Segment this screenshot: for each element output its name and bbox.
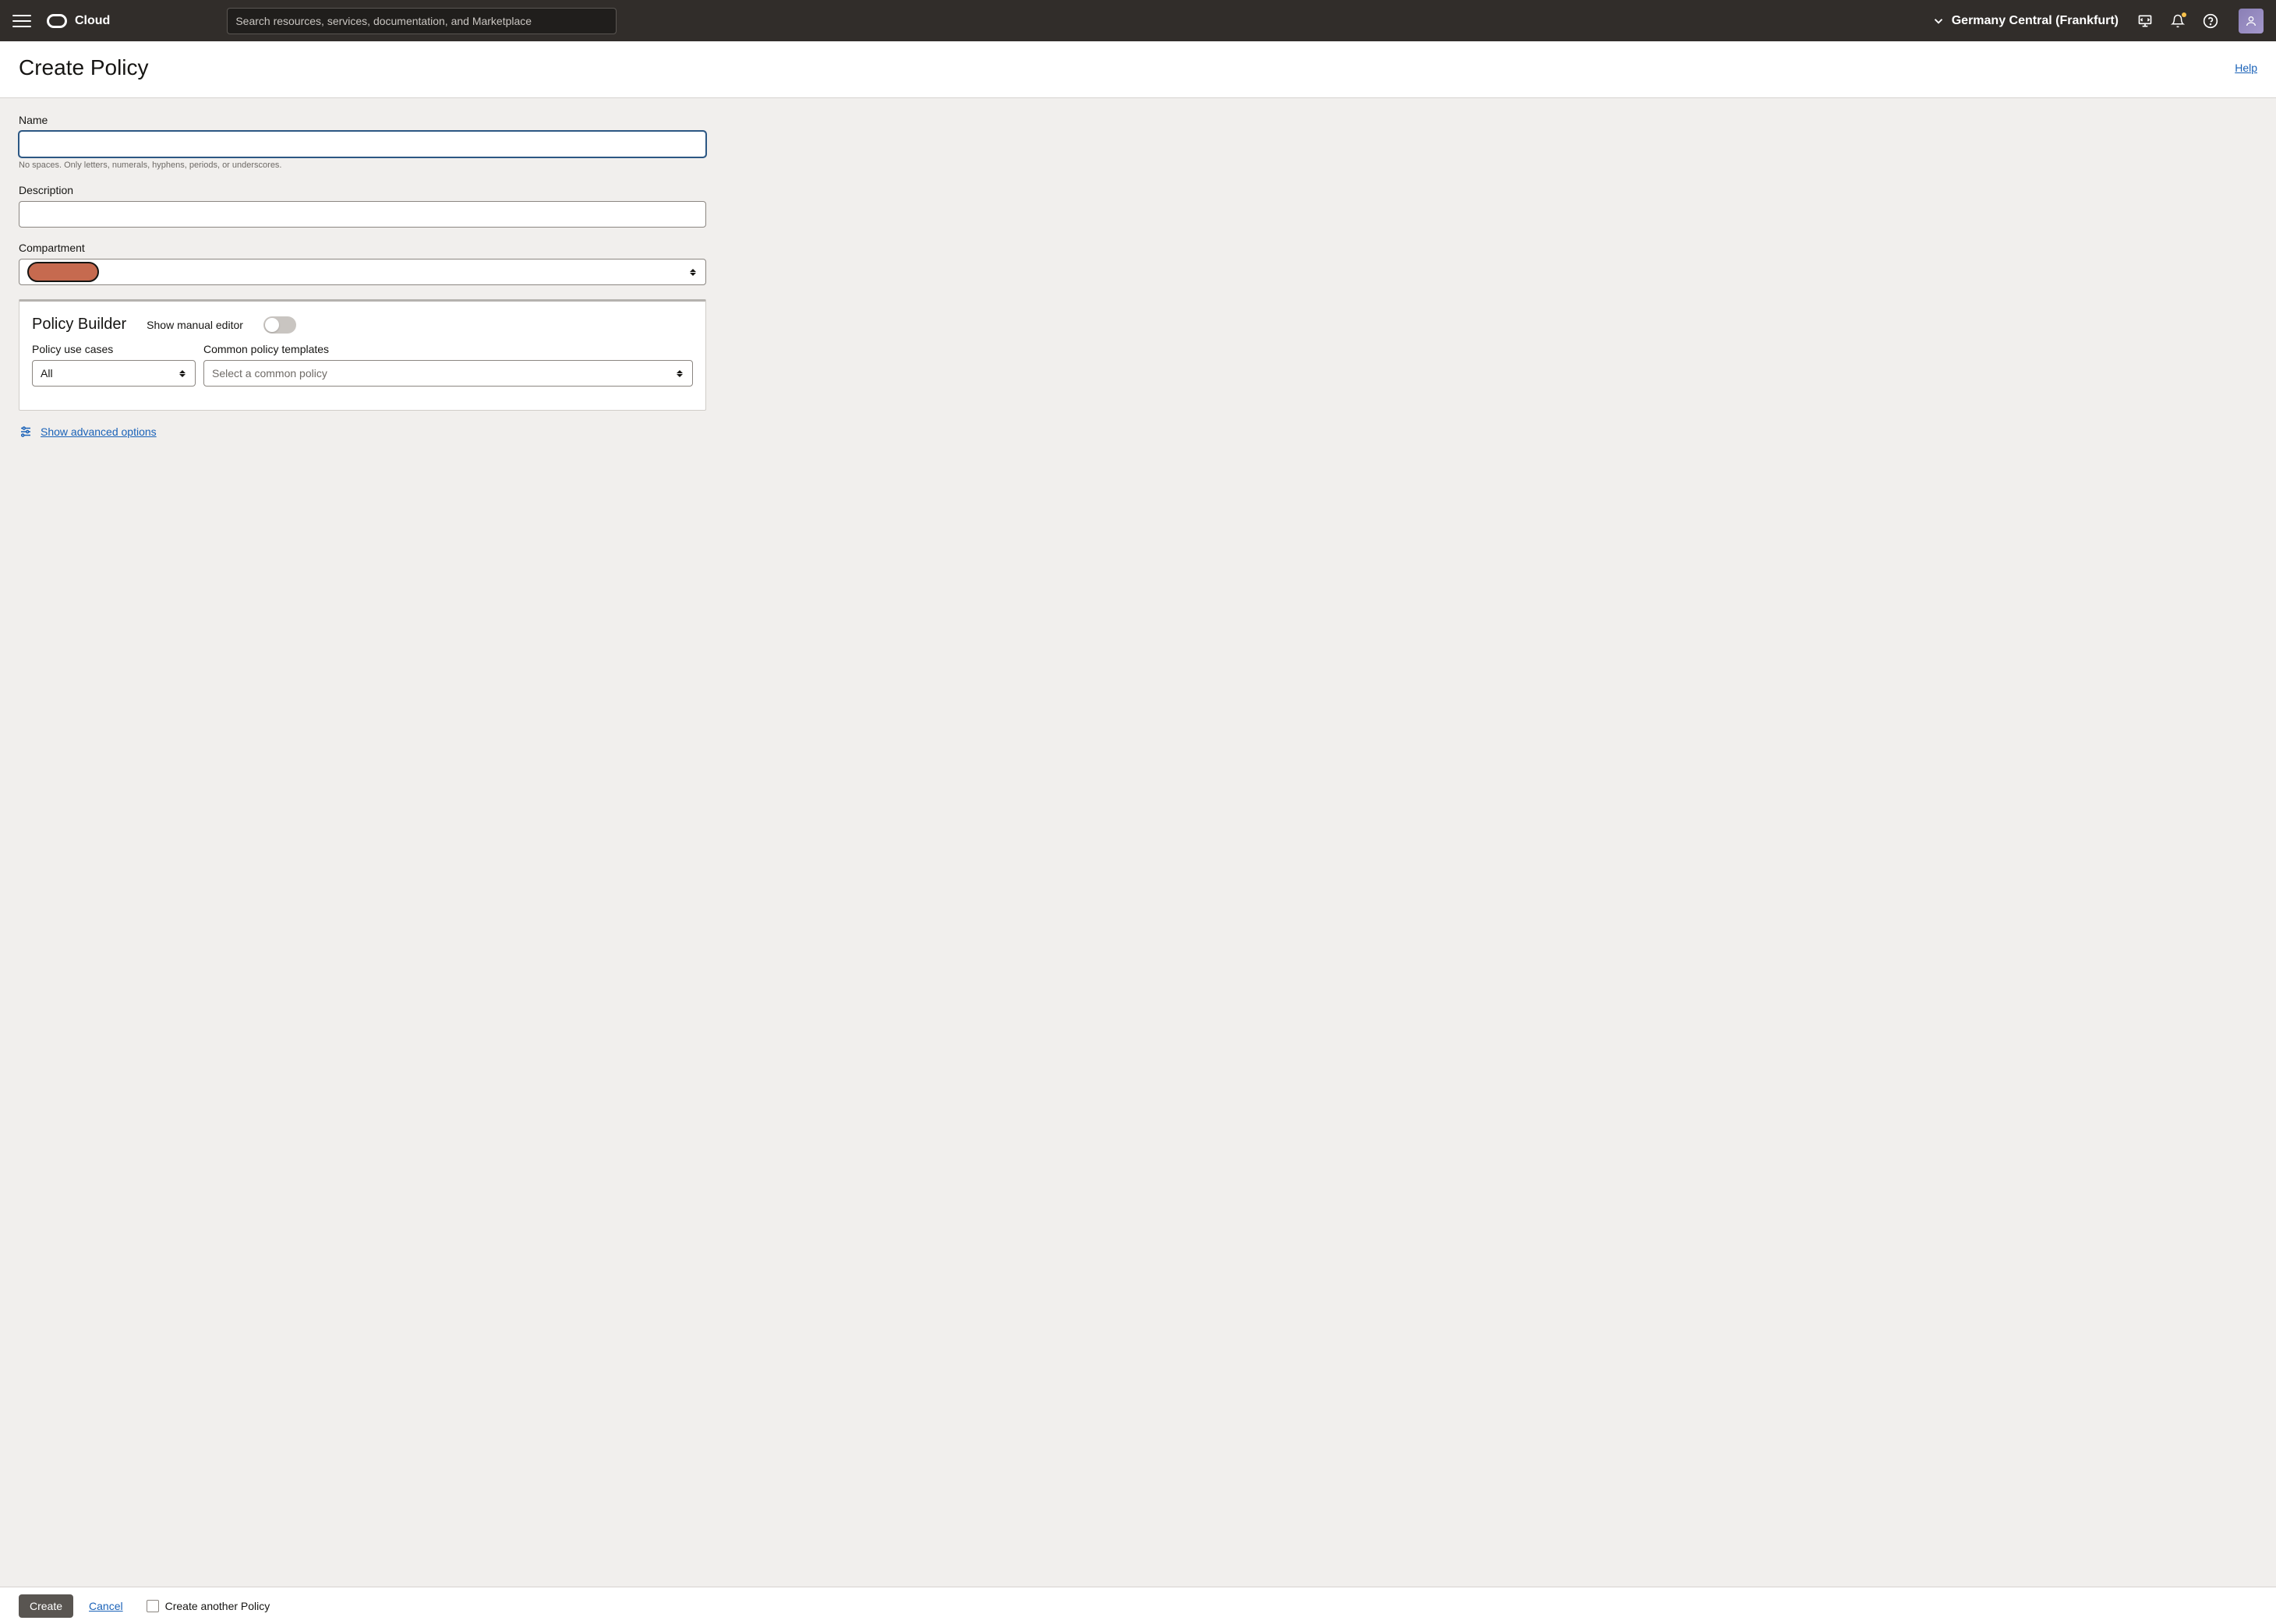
chevron-updown-icon bbox=[687, 267, 698, 277]
cancel-button[interactable]: Cancel bbox=[89, 1600, 123, 1612]
page-title: Create Policy bbox=[19, 55, 149, 80]
compartment-redacted-icon bbox=[27, 262, 99, 282]
brand-label: Cloud bbox=[75, 14, 110, 28]
policy-builder-title: Policy Builder bbox=[32, 316, 126, 334]
bell-icon[interactable] bbox=[2170, 13, 2186, 29]
compartment-label: Compartment bbox=[19, 242, 706, 254]
name-hint: No spaces. Only letters, numerals, hyphe… bbox=[19, 161, 706, 170]
create-another-label: Create another Policy bbox=[165, 1600, 270, 1612]
help-link[interactable]: Help bbox=[2235, 62, 2257, 74]
manual-editor-toggle[interactable] bbox=[263, 316, 296, 334]
footer: Create Cancel Create another Policy bbox=[0, 1587, 2276, 1624]
menu-icon[interactable] bbox=[12, 12, 31, 30]
description-field-group: Description bbox=[19, 184, 706, 228]
create-another-wrap: Create another Policy bbox=[147, 1600, 270, 1612]
search-input[interactable] bbox=[227, 8, 617, 34]
dev-tools-icon[interactable] bbox=[2137, 13, 2153, 29]
titlebar: Create Policy Help bbox=[0, 41, 2276, 98]
name-label: Name bbox=[19, 114, 706, 126]
chevron-updown-icon bbox=[674, 368, 685, 379]
region-selector[interactable]: Germany Central (Frankfurt) bbox=[1931, 14, 2119, 28]
notification-dot-icon bbox=[2182, 12, 2186, 17]
policy-builder-panel: Policy Builder Show manual editor Policy… bbox=[19, 299, 706, 411]
templates-placeholder: Select a common policy bbox=[212, 367, 327, 380]
form-content: Name No spaces. Only letters, numerals, … bbox=[0, 98, 725, 509]
create-another-checkbox[interactable] bbox=[147, 1600, 159, 1612]
chevron-updown-icon bbox=[177, 368, 188, 379]
description-label: Description bbox=[19, 184, 706, 196]
usecases-select[interactable]: All bbox=[32, 360, 196, 387]
chevron-down-icon bbox=[1931, 14, 1946, 28]
oracle-logo-icon bbox=[47, 14, 67, 28]
advanced-options-link[interactable]: Show advanced options bbox=[41, 425, 157, 438]
create-button[interactable]: Create bbox=[19, 1594, 73, 1618]
compartment-field-group: Compartment bbox=[19, 242, 706, 285]
topbar: Cloud Germany Central (Frankfurt) bbox=[0, 0, 2276, 41]
templates-label: Common policy templates bbox=[203, 343, 693, 355]
region-label: Germany Central (Frankfurt) bbox=[1952, 14, 2119, 28]
compartment-select[interactable] bbox=[19, 259, 706, 285]
description-input[interactable] bbox=[19, 201, 706, 228]
name-input[interactable] bbox=[19, 131, 706, 157]
sliders-icon bbox=[19, 425, 33, 439]
name-field-group: Name No spaces. Only letters, numerals, … bbox=[19, 114, 706, 170]
toggle-knob-icon bbox=[265, 318, 279, 332]
manual-editor-label: Show manual editor bbox=[147, 319, 243, 331]
help-icon[interactable] bbox=[2203, 13, 2218, 29]
topbar-actions bbox=[2137, 9, 2264, 34]
user-icon bbox=[2245, 15, 2257, 27]
avatar[interactable] bbox=[2239, 9, 2264, 34]
search-container bbox=[227, 8, 617, 34]
advanced-options-row: Show advanced options bbox=[19, 425, 706, 439]
usecases-value: All bbox=[41, 367, 53, 380]
templates-select[interactable]: Select a common policy bbox=[203, 360, 693, 387]
usecases-label: Policy use cases bbox=[32, 343, 196, 355]
logo[interactable]: Cloud bbox=[47, 14, 110, 28]
